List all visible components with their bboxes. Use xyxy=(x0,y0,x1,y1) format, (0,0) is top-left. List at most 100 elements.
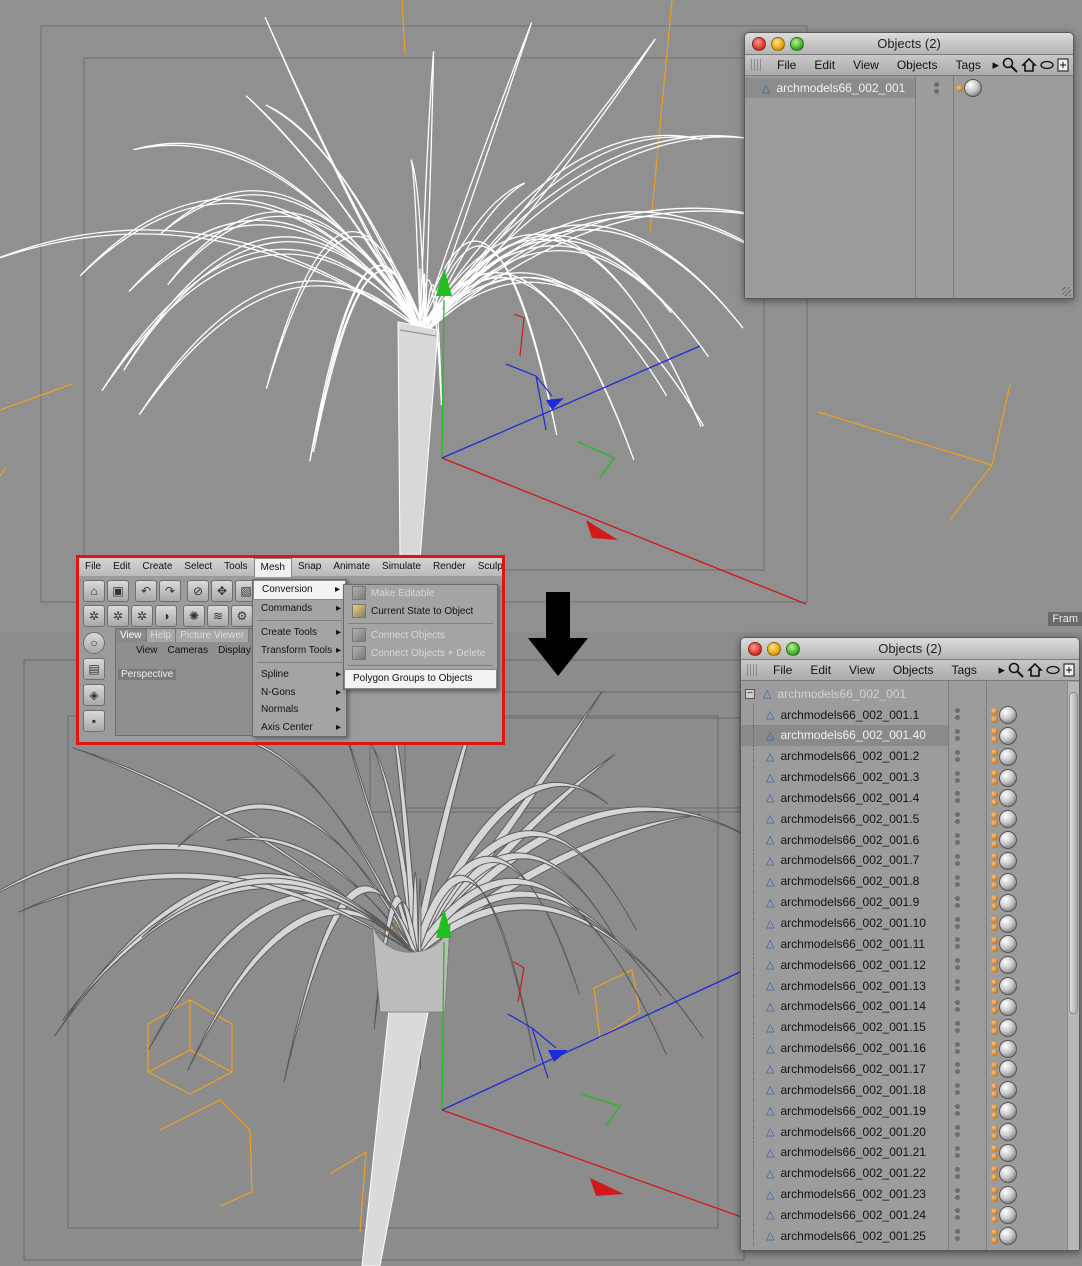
material-tag-icon[interactable] xyxy=(991,840,998,848)
open-icon[interactable]: ⌂ xyxy=(83,580,105,602)
material-tag-icon[interactable] xyxy=(991,986,998,994)
z-axis-lock-icon[interactable]: ✲ xyxy=(131,605,153,627)
menu-item-spline[interactable]: Spline ▸ xyxy=(253,666,346,684)
visibility-dots[interactable] xyxy=(955,833,960,846)
visibility-dots[interactable] xyxy=(955,1020,960,1033)
material-tag-icon[interactable] xyxy=(991,1207,998,1215)
texture-tag-icon[interactable] xyxy=(999,810,1017,829)
cube-icon[interactable]: ▪ xyxy=(83,710,105,732)
zoom-button[interactable] xyxy=(790,37,804,51)
tag-icons[interactable] xyxy=(991,1123,1017,1141)
link-icon[interactable] xyxy=(1040,60,1054,70)
visibility-dots[interactable] xyxy=(955,1083,960,1096)
material-tag-icon[interactable] xyxy=(991,832,998,840)
material-tag-icon[interactable] xyxy=(991,1132,998,1140)
y-axis-lock-icon[interactable]: ✲ xyxy=(107,605,129,627)
texture-tag-icon[interactable] xyxy=(999,893,1017,912)
material-tag-icon[interactable] xyxy=(991,924,998,931)
main-menu-sculpt[interactable]: Sculpt xyxy=(472,558,502,576)
scrollbar-thumb[interactable] xyxy=(1069,692,1078,1014)
visibility-dots[interactable] xyxy=(955,916,960,929)
close-button[interactable] xyxy=(752,37,766,51)
material-tag-icon[interactable] xyxy=(991,861,998,869)
texture-tag-icon[interactable] xyxy=(999,1227,1017,1246)
list-item[interactable]: △ archmodels66_002_001.9 xyxy=(741,891,1079,913)
material-tag-icon[interactable] xyxy=(991,757,998,765)
list-item[interactable]: △ archmodels66_002_001.22 xyxy=(741,1162,1079,1184)
visibility-dots[interactable] xyxy=(955,1145,960,1158)
visibility-dots[interactable] xyxy=(955,853,960,866)
window-titlebar[interactable]: Objects (2) xyxy=(741,638,1079,660)
list-item[interactable]: △ archmodels66_002_001.2 xyxy=(741,745,1079,767)
list-item[interactable]: △ archmodels66_002_001.23 xyxy=(741,1183,1079,1205)
material-tag-icon[interactable] xyxy=(991,1195,998,1203)
object-name[interactable]: archmodels66_002_001.14 xyxy=(780,999,925,1013)
tag-icons[interactable] xyxy=(991,768,1017,787)
tag-icons[interactable] xyxy=(991,956,1017,975)
tag-icons[interactable] xyxy=(991,1164,1017,1183)
texture-tag-icon[interactable] xyxy=(999,1081,1017,1100)
vertical-scrollbar[interactable] xyxy=(1067,682,1079,1250)
main-menu-animate[interactable]: Animate xyxy=(327,558,376,576)
object-manager-window[interactable]: Objects (2) File Edit View Objects Tags … xyxy=(744,32,1074,299)
zoom-button[interactable] xyxy=(786,642,800,656)
main-menu-tools[interactable]: Tools xyxy=(218,558,253,576)
list-item[interactable]: △ archmodels66_002_001.25 xyxy=(741,1225,1079,1247)
material-tag-icon[interactable] xyxy=(991,1215,998,1223)
menu-tags[interactable]: Tags xyxy=(952,663,977,677)
menu-item-conversion[interactable]: Conversion ▸ xyxy=(253,580,346,600)
submenu-item-current-state-to-object[interactable]: Current State to Object xyxy=(344,603,497,621)
object-name[interactable]: archmodels66_002_001.23 xyxy=(780,1187,925,1201)
object-name[interactable]: archmodels66_002_001.17 xyxy=(780,1062,925,1076)
tab-view[interactable]: View xyxy=(116,629,147,642)
material-tag-icon[interactable] xyxy=(991,1111,998,1119)
menu-view[interactable]: View xyxy=(853,58,879,72)
camera-icon[interactable]: ▤ xyxy=(83,658,105,680)
new-window-icon[interactable] xyxy=(1063,663,1075,677)
visibility-dots[interactable] xyxy=(955,708,960,720)
main-menu-simulate[interactable]: Simulate xyxy=(376,558,427,576)
menu-item-create-tools[interactable]: Create Tools ▸ xyxy=(253,624,346,642)
list-item[interactable]: △ archmodels66_002_001.5 xyxy=(741,808,1079,830)
visibility-dots[interactable] xyxy=(955,1125,960,1137)
sphere-icon[interactable]: ○ xyxy=(83,632,105,654)
tag-icons[interactable] xyxy=(991,1185,1017,1204)
material-tag-icon[interactable] xyxy=(991,1228,998,1236)
tag-icons[interactable] xyxy=(956,79,982,97)
collapse-toggle-icon[interactable]: − xyxy=(745,688,755,699)
tag-icons[interactable] xyxy=(991,789,1017,808)
redo-icon[interactable]: ↷ xyxy=(159,580,181,602)
material-tag-icon[interactable] xyxy=(991,1049,998,1057)
visibility-dots[interactable] xyxy=(955,958,960,971)
list-item[interactable]: △ archmodels66_002_001.1 xyxy=(741,704,1079,725)
tag-icons[interactable] xyxy=(991,851,1017,870)
material-tag-icon[interactable] xyxy=(991,978,998,986)
texture-tag-icon[interactable] xyxy=(999,914,1017,933)
new-window-icon[interactable] xyxy=(1057,58,1069,72)
tag-icons[interactable] xyxy=(991,893,1017,912)
menu-edit[interactable]: Edit xyxy=(810,663,831,677)
texture-tag-icon[interactable] xyxy=(999,1039,1017,1058)
material-tag-icon[interactable] xyxy=(991,715,998,723)
object-name[interactable]: archmodels66_002_001.40 xyxy=(780,728,925,742)
expand-arrow-icon[interactable]: ▸ xyxy=(998,662,1005,678)
object-name[interactable]: archmodels66_002_001 xyxy=(777,687,906,701)
material-tag-icon[interactable] xyxy=(991,965,998,973)
material-tag-icon[interactable] xyxy=(991,749,998,757)
object-name[interactable]: archmodels66_002_001.24 xyxy=(780,1208,925,1222)
save-icon[interactable]: ▣ xyxy=(107,580,129,602)
visibility-dots[interactable] xyxy=(955,1229,960,1242)
main-menu-snap[interactable]: Snap xyxy=(292,558,327,576)
submenu-item-polygon-groups-to-objects[interactable]: Polygon Groups to Objects xyxy=(344,669,497,689)
texture-tag-icon[interactable] xyxy=(999,768,1017,787)
texture-tag-icon[interactable] xyxy=(999,706,1017,724)
tag-icons[interactable] xyxy=(991,1018,1017,1037)
material-tag-icon[interactable] xyxy=(991,1020,998,1028)
visibility-dots[interactable] xyxy=(955,749,960,762)
list-item[interactable]: △ archmodels66_002_001.8 xyxy=(741,870,1079,892)
list-item[interactable]: △ archmodels66_002_001.4 xyxy=(741,787,1079,809)
texture-tag-icon[interactable] xyxy=(999,1185,1017,1204)
object-manager-window-expanded[interactable]: Objects (2) File Edit View Objects Tags … xyxy=(740,637,1080,1251)
visibility-dots[interactable] xyxy=(934,82,939,94)
texture-tag-icon[interactable] xyxy=(999,977,1017,996)
